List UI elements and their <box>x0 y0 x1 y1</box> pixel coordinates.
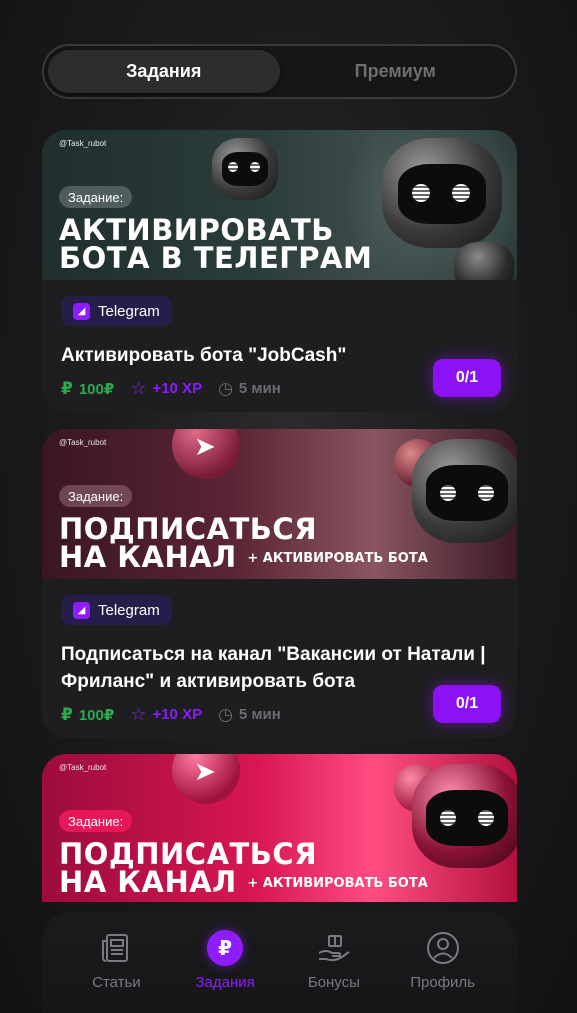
xp: ☆ +10 XP <box>130 378 202 399</box>
telegram-icon: ◢ <box>73 302 90 320</box>
banner-headline: АКТИВИРОВАТЬ БОТА В ТЕЛЕГРАМ <box>59 213 373 275</box>
xp: ☆ +10 XP <box>130 704 202 725</box>
headline-line-2-row: НА КАНАЛ + АКТИВИРОВАТЬ БОТА <box>59 543 428 573</box>
task-title: Активировать бота "JobCash" <box>61 345 347 366</box>
platform-tag: ◢ Telegram <box>61 296 172 326</box>
segmented-tabs: Задания Премиум <box>42 44 517 99</box>
headline-line-1: АКТИВИРОВАТЬ <box>59 213 334 247</box>
tab-tasks[interactable]: Задания <box>48 50 280 93</box>
progress-button[interactable]: 0/1 <box>433 685 501 723</box>
headline-line-2: НА КАНАЛ <box>59 865 237 899</box>
task-card[interactable]: ➤ @Task_rubot Задание: ПОДПИСАТЬСЯ НА КА… <box>42 754 517 902</box>
headline-line-2-row: НА КАНАЛ + АКТИВИРОВАТЬ БОТА <box>59 868 428 898</box>
nav-label: Профиль <box>410 974 475 991</box>
nav-profile[interactable]: Профиль <box>393 912 493 1013</box>
task-card[interactable]: ➤ @Task_rubot Задание: ПОДПИСАТЬСЯ НА КА… <box>42 429 517 738</box>
banner-handle: @Task_rubot <box>59 139 107 148</box>
banner-handle: @Task_rubot <box>59 438 107 447</box>
reward-value: 100₽ <box>78 380 115 398</box>
task-title: Подписаться на канал "Вакансии от Натали… <box>61 644 486 692</box>
profile-icon <box>425 930 461 966</box>
platform-tag-label: Telegram <box>98 601 160 619</box>
clock-icon: ◷ <box>218 704 233 724</box>
ruble-icon: ₽ <box>61 704 73 724</box>
headline-line-2: НА КАНАЛ <box>59 540 237 574</box>
telegram-icon: ◢ <box>73 601 90 619</box>
task-banner: @Task_rubot Задание: АКТИВИРОВАТЬ БОТА В… <box>42 130 517 280</box>
task-card[interactable]: @Task_rubot Задание: АКТИВИРОВАТЬ БОТА В… <box>42 130 517 412</box>
star-icon: ☆ <box>130 704 147 724</box>
duration: ◷ 5 мин <box>218 379 281 399</box>
progress-button[interactable]: 0/1 <box>433 359 501 397</box>
gift-hand-icon <box>316 930 352 966</box>
tab-premium[interactable]: Премиум <box>280 50 512 93</box>
ruble-coin-icon: ₽ <box>207 930 244 966</box>
reward: ₽ 100₽ <box>61 705 114 725</box>
duration: ◷ 5 мин <box>218 705 281 725</box>
xp-value: +10 XP <box>152 706 203 723</box>
clock-icon: ◷ <box>218 378 233 398</box>
paper-plane-icon: ➤ <box>194 756 216 786</box>
nav-label: Задания <box>195 974 255 991</box>
banner-headline: ПОДПИСАТЬСЯ НА КАНАЛ + АКТИВИРОВАТЬ БОТА <box>59 515 428 573</box>
nav-articles[interactable]: Статьи <box>66 912 166 1013</box>
reward: ₽ 100₽ <box>61 379 114 399</box>
task-card-body: ◢ Telegram Активировать бота "JobCash" ₽… <box>42 280 517 399</box>
headline-line-2: БОТА В ТЕЛЕГРАМ <box>59 241 373 275</box>
banner-handle: @Task_rubot <box>59 763 107 772</box>
task-banner: ➤ @Task_rubot Задание: ПОДПИСАТЬСЯ НА КА… <box>42 429 517 579</box>
platform-tag: ◢ Telegram <box>61 595 172 625</box>
headline-extra: + АКТИВИРОВАТЬ БОТА <box>247 551 428 566</box>
bottom-nav: Статьи ₽ Задания Бонусы Профиль <box>42 912 517 1013</box>
nav-bonuses[interactable]: Бонусы <box>284 912 384 1013</box>
banner-headline: ПОДПИСАТЬСЯ НА КАНАЛ + АКТИВИРОВАТЬ БОТА <box>59 840 428 898</box>
banner-label: Задание: <box>59 810 133 832</box>
headline-line-1: ПОДПИСАТЬСЯ <box>59 837 318 871</box>
nav-label: Статьи <box>92 974 141 991</box>
nav-label: Бонусы <box>307 974 360 991</box>
ruble-icon: ₽ <box>61 378 73 398</box>
headline-line-1: ПОДПИСАТЬСЯ <box>59 512 318 546</box>
banner-label: Задание: <box>59 186 133 208</box>
nav-tasks[interactable]: ₽ Задания <box>175 912 275 1013</box>
duration-value: 5 мин <box>238 706 281 723</box>
duration-value: 5 мин <box>238 380 281 397</box>
platform-tag-label: Telegram <box>98 302 160 320</box>
star-icon: ☆ <box>130 378 147 398</box>
headline-extra: + АКТИВИРОВАТЬ БОТА <box>247 876 428 891</box>
newspaper-icon <box>98 930 134 966</box>
task-card-body: ◢ Telegram Подписаться на канал "Ваканси… <box>42 579 517 725</box>
task-banner: ➤ @Task_rubot Задание: ПОДПИСАТЬСЯ НА КА… <box>42 754 517 902</box>
banner-label: Задание: <box>59 485 133 507</box>
reward-value: 100₽ <box>78 706 115 724</box>
paper-plane-icon: ➤ <box>194 431 216 461</box>
xp-value: +10 XP <box>152 380 203 397</box>
